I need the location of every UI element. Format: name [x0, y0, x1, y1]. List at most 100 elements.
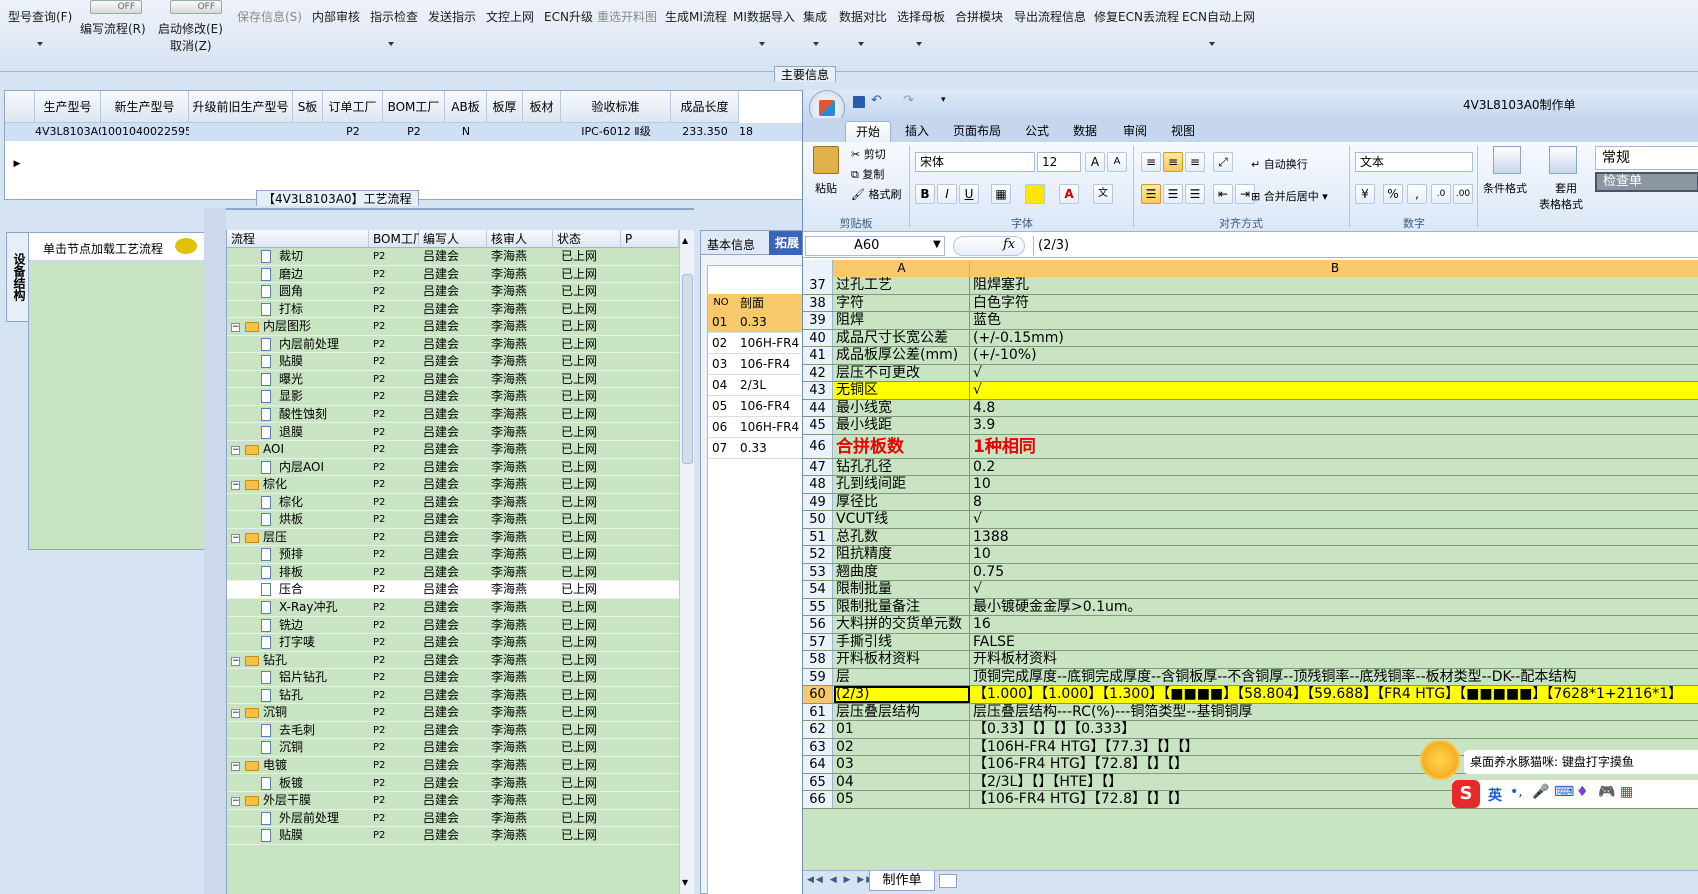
scroll-up-icon[interactable]: ▲ — [682, 236, 688, 245]
chevron-down-icon[interactable] — [1209, 42, 1215, 46]
cell-b[interactable]: 白色字符 — [971, 295, 1698, 312]
cell-b[interactable]: (+/-0.15mm) — [971, 330, 1698, 347]
formula-input[interactable]: (2/3) — [1033, 236, 1698, 256]
phonetic-icon[interactable]: 文 — [1093, 184, 1113, 204]
reselect-cut-button[interactable]: 重选开料图 — [597, 8, 657, 25]
cell[interactable] — [523, 123, 561, 141]
cell-a[interactable]: 手撕引线 — [834, 633, 970, 650]
table-format-button[interactable]: 表格格式 — [1539, 196, 1583, 212]
cell-a[interactable]: 字符 — [834, 294, 970, 311]
sheet-row[interactable]: 41 成品板厚公差(mm) (+/-10%) — [803, 347, 1698, 365]
cell-a[interactable]: 05 — [834, 791, 970, 808]
copy-button[interactable]: ⧉ 复制 — [851, 166, 884, 182]
column-header[interactable]: 板材 — [523, 91, 561, 123]
align-bottom-icon[interactable]: ≡ — [1185, 152, 1205, 172]
column-header[interactable]: 编写人 — [419, 230, 487, 248]
paste-icon[interactable] — [813, 146, 839, 174]
italic-button[interactable]: I — [937, 184, 957, 204]
wrap-text-button[interactable]: ↵ 自动换行 — [1251, 156, 1308, 172]
column-header[interactable]: BOM工厂 — [383, 91, 445, 123]
merge-center-button[interactable]: ⊞ 合并后居中 ▾ — [1251, 188, 1328, 204]
collapse-icon[interactable]: − — [231, 323, 240, 333]
cell-b[interactable]: (+/-10%) — [971, 347, 1698, 364]
send-instruction-button[interactable]: 发送指示 — [428, 8, 476, 25]
sheet-row[interactable]: 53 翘曲度 0.75 — [803, 563, 1698, 581]
tab-basic-info[interactable]: 基本信息 — [707, 236, 755, 253]
row-number[interactable]: 42 — [803, 364, 833, 381]
row-number[interactable]: 50 — [803, 511, 833, 528]
sun-mascot-icon[interactable] — [1420, 740, 1460, 780]
chevron-down-icon[interactable] — [37, 42, 43, 46]
currency-icon[interactable]: ¥ — [1355, 184, 1375, 204]
cell-b[interactable]: √ — [971, 382, 1698, 399]
cell-b[interactable]: 【1.000】【1.000】【1.300】【■■■■】【58.804】【59.6… — [971, 686, 1698, 703]
row-number[interactable]: 39 — [803, 312, 833, 329]
chevron-down-icon[interactable] — [759, 42, 765, 46]
tab-main-info[interactable]: 主要信息 — [774, 66, 837, 82]
table-row[interactable]: 03 106-FR4 — [708, 354, 812, 375]
tree-row[interactable]: 压合 P2 吕建会 李海燕 已上网 — [227, 581, 679, 599]
align-center-icon[interactable]: ☰ — [1163, 184, 1183, 204]
collapse-icon[interactable]: − — [231, 709, 240, 719]
sheet-row[interactable]: 46 合拼板数 1种相同 — [803, 434, 1698, 459]
row-number[interactable]: 45 — [803, 417, 833, 434]
border-icon[interactable]: ▦ — [991, 184, 1011, 204]
tab-process-flow[interactable]: 【4V3L8103A0】工艺流程 — [256, 190, 419, 206]
tree-row[interactable]: 铣边 P2 吕建会 李海燕 已上网 — [227, 617, 679, 635]
sheet-row[interactable]: 62 01 【0.33】【】【】【0.333】 — [803, 721, 1698, 739]
tree-row[interactable]: − 外层干膜 P2 吕建会 李海燕 已上网 — [227, 792, 679, 810]
column-header[interactable]: 订单工厂 — [323, 91, 383, 123]
cell[interactable]: N — [445, 123, 487, 141]
row-number[interactable]: 37 — [803, 277, 833, 294]
keyboard-icon[interactable]: ⌨ — [1554, 784, 1574, 800]
tab-formulas[interactable]: 公式 — [1015, 121, 1059, 142]
write-flow-button[interactable]: 编写流程(R) — [80, 20, 146, 37]
cell-b[interactable]: 8 — [971, 494, 1698, 511]
table-row[interactable]: 04 2/3L — [708, 375, 812, 396]
table-format-icon[interactable] — [1549, 146, 1577, 174]
row-number[interactable]: 65 — [803, 773, 833, 790]
tree-row[interactable]: 显影 P2 吕建会 李海燕 已上网 — [227, 388, 679, 406]
cell-b[interactable]: 0.2 — [971, 459, 1698, 476]
column-header[interactable]: 升级前旧生产型号 — [189, 91, 293, 123]
cell-b[interactable]: 蓝色 — [971, 312, 1698, 329]
cell-b[interactable]: 3.9 — [971, 417, 1698, 434]
collapse-icon[interactable]: − — [231, 446, 240, 456]
cell[interactable]: P2 — [383, 123, 445, 141]
column-header[interactable]: NO — [708, 294, 734, 312]
cell-a[interactable]: 限制批量备注 — [834, 598, 970, 615]
tree-row[interactable]: 裁切 P2 吕建会 李海燕 已上网 — [227, 248, 679, 266]
conditional-format-icon[interactable] — [1493, 146, 1521, 174]
table-format-button[interactable]: 套用 — [1555, 180, 1577, 196]
collapse-icon[interactable]: − — [231, 481, 240, 491]
tree-row[interactable]: − AOI P2 吕建会 李海燕 已上网 — [227, 441, 679, 459]
orientation-icon[interactable]: ⤢ — [1213, 152, 1233, 172]
cell-b[interactable]: 10 — [971, 546, 1698, 563]
tree-row[interactable]: 内层AOI P2 吕建会 李海燕 已上网 — [227, 459, 679, 477]
cell-a[interactable]: 无铜区 — [834, 382, 970, 399]
cell[interactable]: 18 — [739, 123, 753, 141]
tree-row[interactable]: 去毛刺 P2 吕建会 李海燕 已上网 — [227, 722, 679, 740]
row-number[interactable]: 57 — [803, 633, 833, 650]
cell-a[interactable]: 成品板厚公差(mm) — [834, 347, 970, 364]
sheet-row[interactable]: 39 阻焊 蓝色 — [803, 312, 1698, 330]
tree-row[interactable]: 曝光 P2 吕建会 李海燕 已上网 — [227, 371, 679, 389]
shrink-font-icon[interactable]: A — [1107, 152, 1127, 172]
row-number[interactable]: 63 — [803, 738, 833, 755]
chevron-down-icon[interactable] — [388, 42, 394, 46]
customize-qat-icon[interactable]: ▾ — [941, 95, 946, 105]
table-row[interactable]: 06 106H-FR4 — [708, 417, 812, 438]
cell-a[interactable]: 最小线距 — [834, 417, 970, 434]
underline-button[interactable]: U — [959, 184, 979, 204]
font-color-icon[interactable]: A — [1059, 184, 1079, 204]
sogou-logo-icon[interactable]: S — [1452, 780, 1480, 808]
cell[interactable]: 10010400225956 — [101, 123, 189, 141]
sheet-row[interactable]: 37 过孔工艺 阻焊塞孔 — [803, 277, 1698, 295]
cell[interactable]: P2 — [323, 123, 383, 141]
sheet-row[interactable]: 45 最小线距 3.9 — [803, 417, 1698, 435]
sheet-row[interactable]: 57 手撕引线 FALSE — [803, 633, 1698, 651]
instruction-check-button[interactable]: 指示检查 — [370, 8, 418, 25]
align-top-icon[interactable]: ≡ — [1141, 152, 1161, 172]
cell-b[interactable]: 1388 — [971, 529, 1698, 546]
cell[interactable] — [189, 123, 293, 141]
